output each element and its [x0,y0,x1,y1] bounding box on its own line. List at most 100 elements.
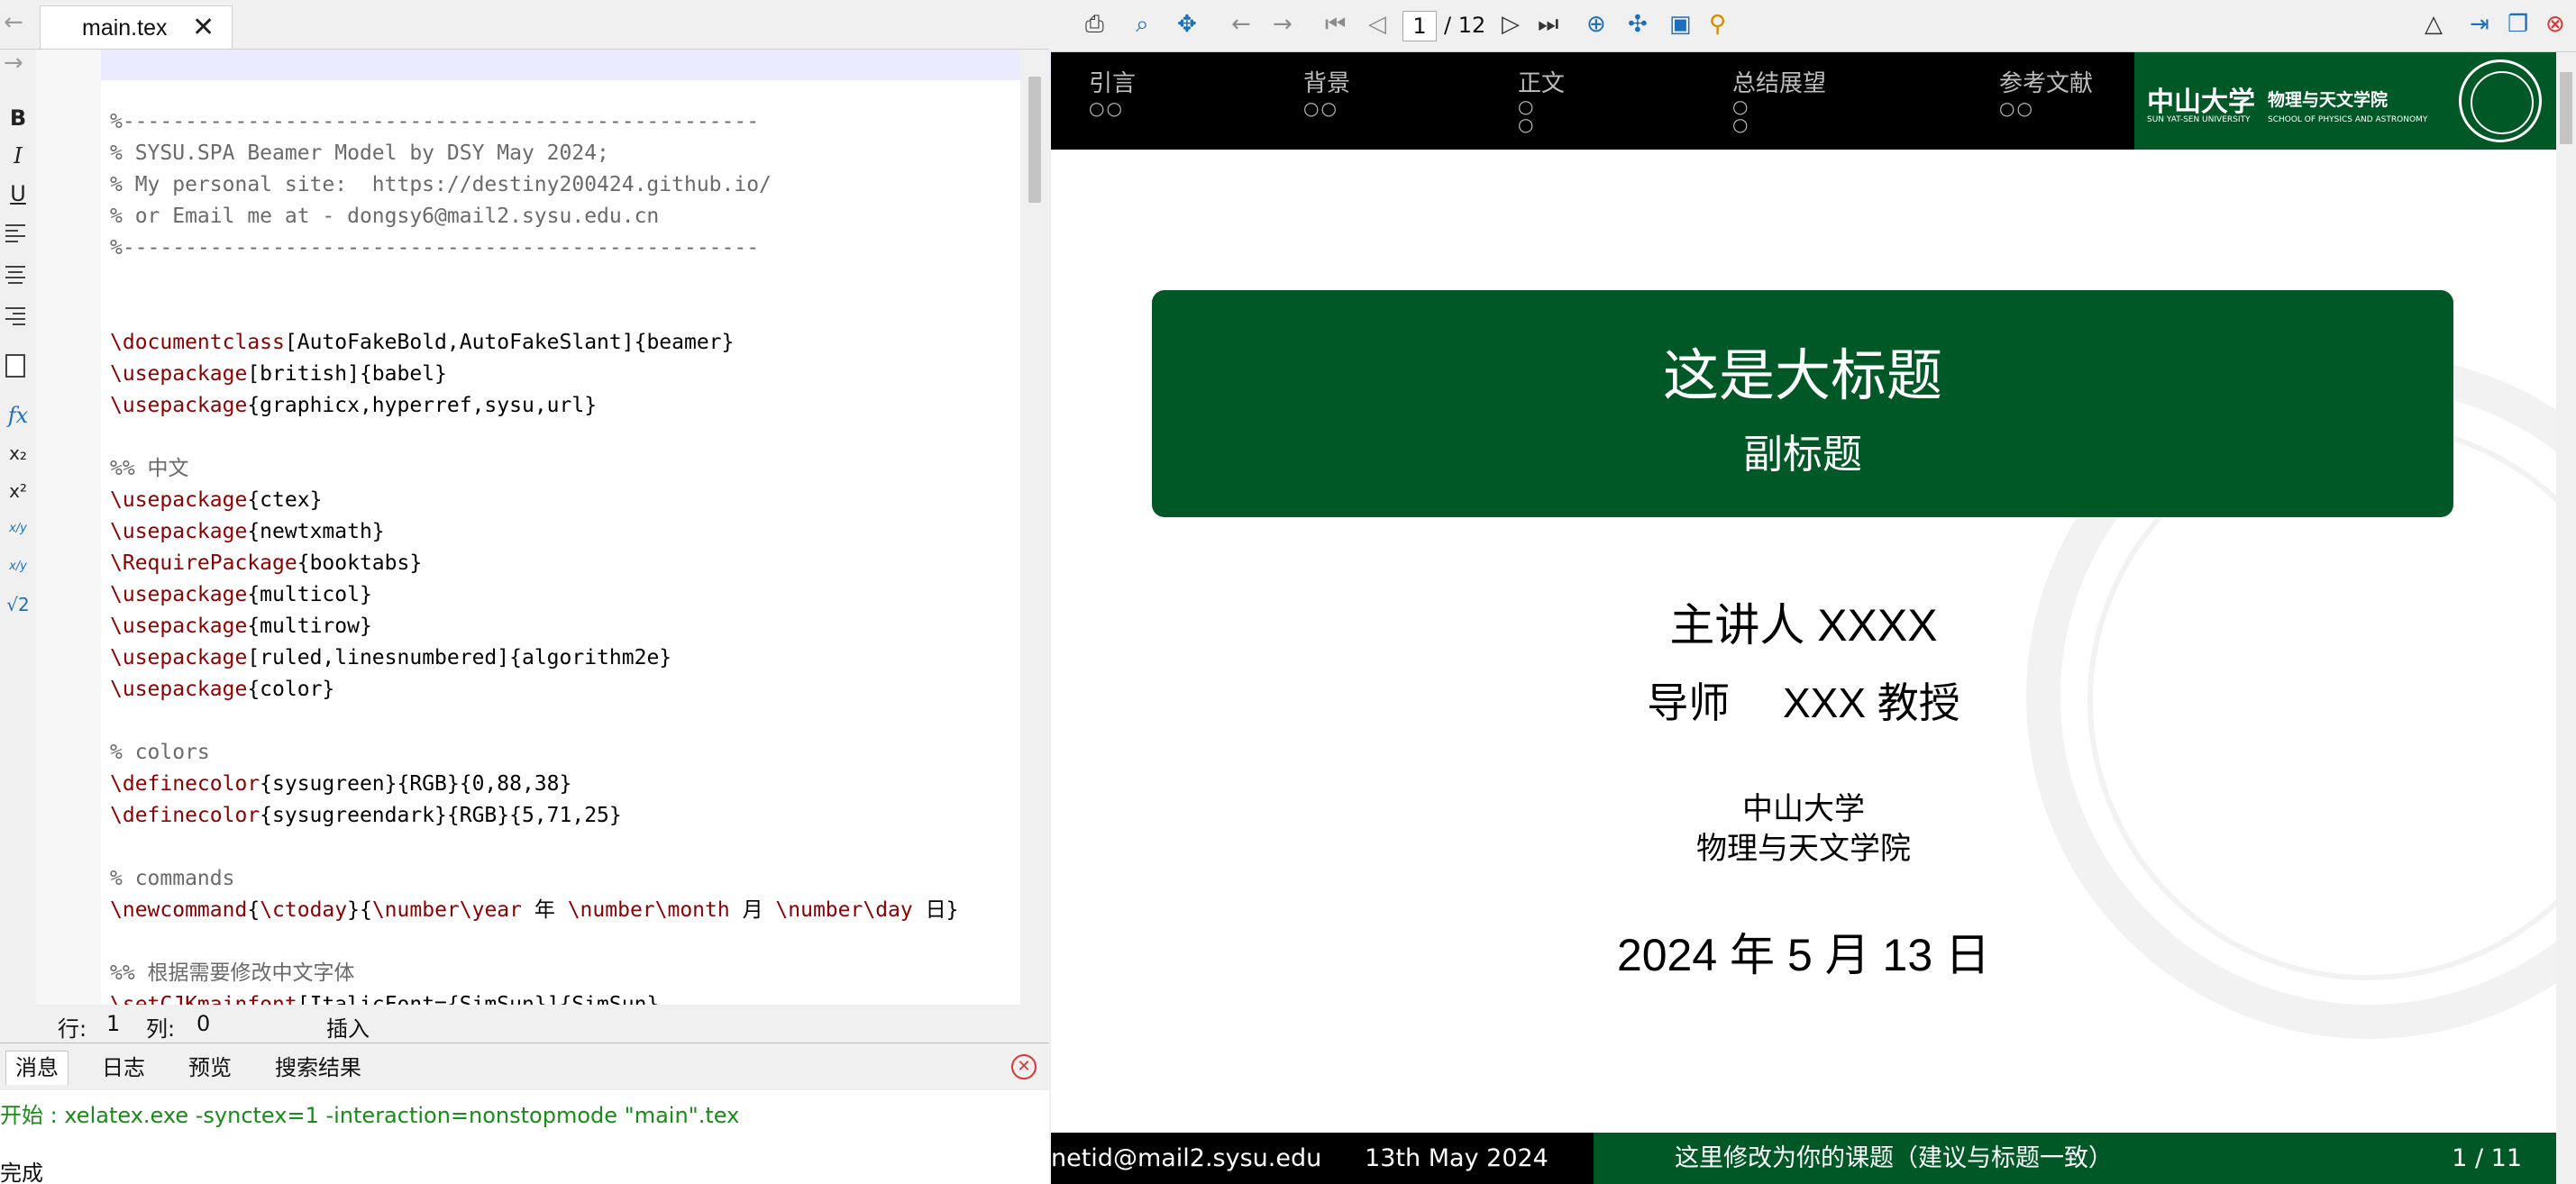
code-line[interactable] [110,706,1020,737]
page-total: / 12 [1444,13,1486,38]
sync-icon[interactable]: ⎙ [1085,11,1104,39]
code-command: \usepackage [110,646,248,669]
code-line[interactable]: \RequirePackage{booktabs} [110,548,1020,579]
fraction-icon[interactable]: x/y [4,515,32,543]
code-line[interactable]: \usepackage{color} [110,674,1020,706]
code-line[interactable]: % or Email me at - dongsy6@mail2.sysu.ed… [110,201,1020,232]
code-line[interactable]: % colors [110,737,1020,769]
zoom-icon[interactable]: ⌕ [1136,11,1149,39]
restore-icon[interactable]: ❐ [2507,11,2528,38]
magnifier-icon[interactable]: ⚲ [1709,11,1726,38]
bold-button[interactable]: B [4,104,32,132]
subscript-icon[interactable]: x₂ [4,439,32,468]
message-panel: 消息 日志 预览 搜索结果 ✕ 开始 : xelatex.exe -syncte… [0,1043,1049,1184]
tab-search-results[interactable]: 搜索结果 [265,1051,371,1085]
insert-mode[interactable]: 插入 [326,1011,370,1043]
code-line[interactable]: %---------------------------------------… [110,106,1020,138]
code-line[interactable] [110,296,1020,327]
code-line[interactable]: % SYSU.SPA Beamer Model by DSY May 2024; [110,138,1020,169]
editor-tab-bar: ← main.tex ✕ [0,0,1049,50]
editor-scrollbar[interactable] [1020,50,1049,1005]
current-line-highlight [101,50,1056,80]
superscript-icon[interactable]: x² [4,477,32,505]
first-page-icon[interactable]: ⏮ [1325,11,1346,39]
pdf-scrollbar[interactable] [2556,52,2576,1184]
sqrt-icon[interactable]: √2 [4,590,32,619]
close-panel-icon[interactable]: ✕ [1011,1054,1037,1079]
italic-button[interactable]: I [4,141,32,170]
forward-arrow-icon[interactable]: → [4,50,23,77]
code-argument: { [247,898,260,922]
move-icon[interactable]: ✥ [1177,11,1197,38]
code-line[interactable]: \documentclass[AutoFakeBold,AutoFakeSlan… [110,327,1020,359]
align-center-icon[interactable] [5,262,25,287]
fit-width-icon[interactable]: ▣ [1669,11,1692,38]
code-argument: 年 [522,898,568,922]
nav-dots-background[interactable]: ○○ [1303,99,1338,117]
align-right-icon[interactable] [5,304,25,329]
align-left-icon[interactable] [5,221,25,246]
nav-section-summary[interactable]: 总结展望 [1732,65,1826,98]
institute-university: 中山大学 [1742,792,1865,826]
nav-section-references[interactable]: 参考文献 [1999,65,2093,98]
nav-section-main[interactable]: 正文 [1518,65,1565,98]
code-line[interactable]: %---------------------------------------… [110,232,1020,264]
code-line[interactable]: % My personal site: https://destiny20042… [110,169,1020,201]
code-line[interactable]: \usepackage{newtxmath} [110,516,1020,548]
code-line[interactable]: \definecolor{sysugreendark}{RGB}{5,71,25… [110,800,1020,832]
code-command: \usepackage [110,362,248,386]
prev-page-icon[interactable]: ◁ [1368,11,1386,38]
code-comment: % or Email me at - dongsy6@mail2.sysu.ed… [110,205,660,228]
code-line[interactable]: \usepackage[british]{babel} [110,359,1020,390]
code-line[interactable]: \usepackage{graphicx,hyperref,sysu,url} [110,390,1020,422]
compile-done-message: 完成 [0,1161,43,1184]
fit-icon[interactable]: ✣ [1628,11,1648,38]
code-line[interactable] [110,422,1020,453]
tab-preview[interactable]: 预览 [178,1051,242,1085]
nav-dots-intro[interactable]: ○○ [1089,99,1124,117]
detach-icon[interactable]: ⇥ [2470,11,2489,38]
code-line[interactable]: % commands [110,863,1020,895]
code-line[interactable] [110,926,1020,958]
tab-main-tex[interactable]: main.tex ✕ [40,5,233,49]
scrollbar-thumb[interactable] [1028,77,1041,203]
last-page-icon[interactable]: ⏭ [1538,11,1558,39]
code-line[interactable]: \usepackage{multicol} [110,579,1020,611]
nav-section-intro[interactable]: 引言 [1089,65,1136,98]
next-page-icon[interactable]: ▷ [1502,11,1520,38]
code-line[interactable]: \definecolor{sysugreen}{RGB}{0,88,38} [110,769,1020,800]
code-line[interactable] [110,832,1020,863]
code-line[interactable]: %% 中文 [110,453,1020,485]
back-arrow-icon[interactable]: ← [1231,11,1251,38]
code-line[interactable]: \newcommand{\ctoday}{\number\year 年 \num… [110,895,1020,926]
code-command: \RequirePackage [110,551,297,575]
back-arrow-icon[interactable]: ← [4,9,23,36]
close-icon[interactable]: ⊗ [2545,11,2565,38]
dfrac-icon[interactable]: x/y [4,552,32,581]
forward-arrow-icon[interactable]: → [1273,11,1293,38]
nav-dots-summary[interactable]: ○ ○ [1732,97,1749,133]
code-line[interactable]: %% 根据需要修改中文字体 [110,958,1020,989]
fx-icon[interactable]: fx [4,401,32,430]
logo-school-cn: 物理与天文学院 [2268,90,2389,110]
code-argument: {multicol} [247,583,372,606]
nav-dots-main[interactable]: ○ ○ [1518,97,1535,133]
environment-icon[interactable] [5,354,25,378]
scrollbar-thumb[interactable] [2560,72,2572,144]
tab-messages[interactable]: 消息 [5,1051,69,1085]
close-tab-icon[interactable]: ✕ [192,12,215,43]
code-line[interactable]: \usepackage[ruled,linesnumbered]{algorit… [110,642,1020,674]
tab-log[interactable]: 日志 [92,1051,155,1085]
code-line[interactable]: \usepackage{multirow} [110,611,1020,642]
nav-dots-references[interactable]: ○○ [1999,99,2034,117]
code-text[interactable]: %---------------------------------------… [110,106,1020,1021]
underline-button[interactable]: U [4,179,32,208]
code-argument: [AutoFakeBold,AutoFakeSlant]{beamer} [284,331,735,354]
zoom-in-icon[interactable]: ⊕ [1586,11,1606,38]
code-line[interactable] [110,264,1020,296]
slide-page[interactable]: 引言 ○○ 背景 ○○ 正文 ○ ○ 总结展望 ○ ○ 参考文献 ○○ 中山大学… [1051,52,2556,1184]
collapse-icon[interactable]: △ [2425,11,2443,38]
nav-section-background[interactable]: 背景 [1303,65,1350,98]
page-number-input[interactable]: 1 [1402,11,1437,41]
code-line[interactable]: \usepackage{ctex} [110,485,1020,516]
